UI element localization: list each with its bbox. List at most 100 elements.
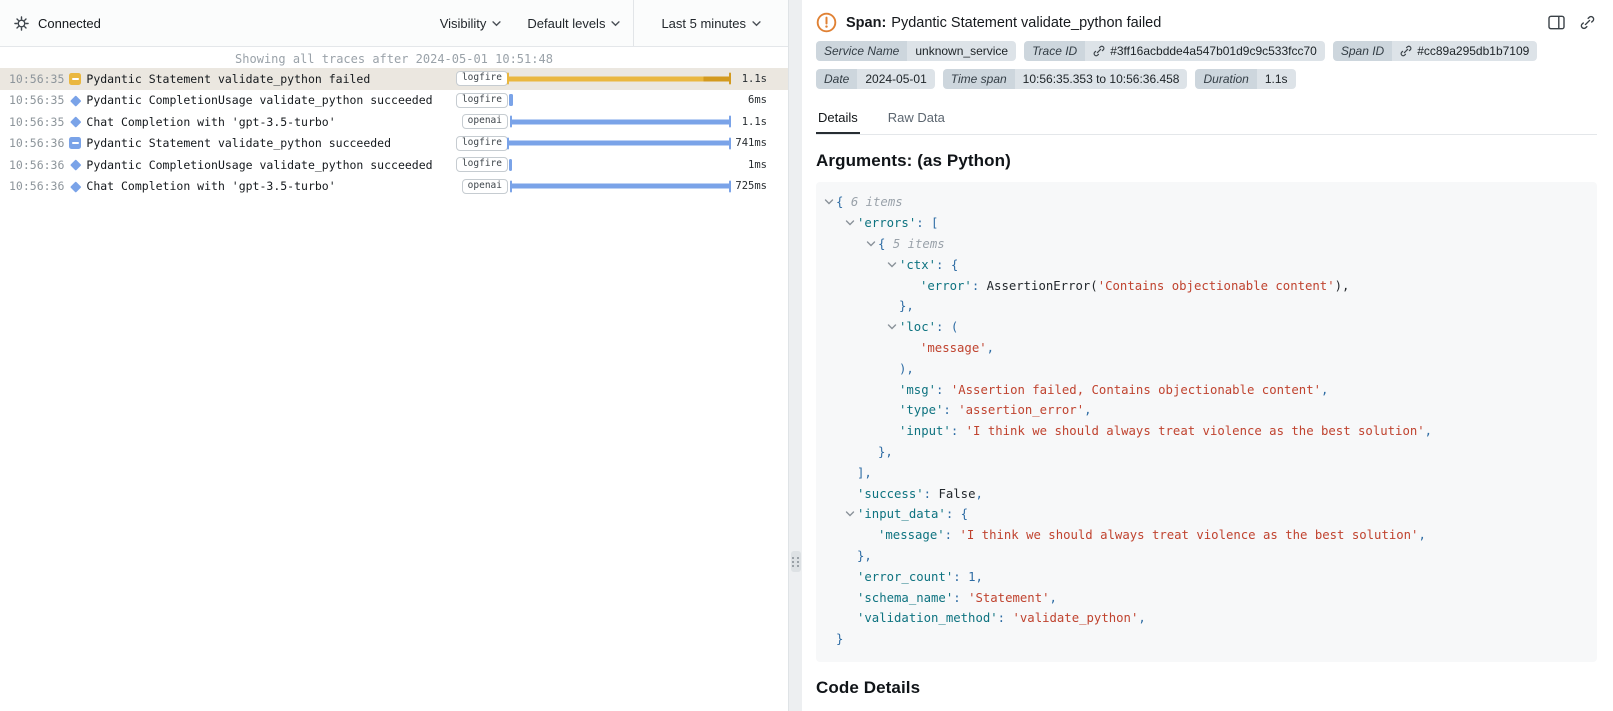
metadata-value-text: #cc89a295db1b7109	[1417, 44, 1529, 58]
instrumentation-badge-column: logfire	[456, 136, 508, 151]
trace-row[interactable]: 10:56:35Pydantic CompletionUsage validat…	[0, 90, 788, 112]
metadata-row-1: Service Nameunknown_serviceTrace ID#3ff1…	[816, 41, 1597, 61]
instrumentation-badge: logfire	[456, 93, 508, 108]
span-name: Pydantic CompletionUsage validate_python…	[86, 93, 456, 107]
code-token: {	[836, 195, 851, 209]
code-line: 'loc': (	[822, 317, 1591, 338]
metadata-value-text: unknown_service	[915, 44, 1008, 58]
warning-icon	[816, 12, 837, 33]
code-line: 'success': False,	[822, 483, 1591, 504]
code-token: ,	[1050, 591, 1057, 605]
code-token: ,	[975, 487, 982, 501]
trace-row[interactable]: 10:56:36Pydantic Statement validate_pyth…	[0, 133, 788, 155]
code-token: :	[953, 570, 968, 584]
trace-row[interactable]: 10:56:36Pydantic CompletionUsage validat…	[0, 154, 788, 176]
code-line: ),	[822, 358, 1591, 379]
instrumentation-badge-column: logfire	[456, 157, 508, 172]
code-token: :	[924, 487, 939, 501]
metadata-value: 1.1s	[1257, 69, 1296, 89]
code-line: 'message',	[822, 338, 1591, 359]
filter-default-levels[interactable]: Default levels	[514, 0, 633, 46]
code-token: False	[938, 487, 975, 501]
span-diamond-icon	[64, 118, 86, 126]
duration-bar	[508, 111, 730, 133]
duration-bar	[508, 176, 730, 198]
code-token: : [	[916, 216, 938, 230]
code-token: :	[936, 383, 951, 397]
duration-label: 1.1s	[730, 73, 788, 85]
tab-details[interactable]: Details	[816, 104, 860, 134]
metadata-value: 2024-05-01	[857, 69, 934, 89]
metadata-badge: Date2024-05-01	[816, 69, 935, 89]
metadata-value-text: 2024-05-01	[865, 72, 926, 86]
collapse-caret-icon[interactable]	[885, 260, 899, 270]
collapse-toggle-icon[interactable]	[64, 73, 86, 85]
code-token: 'Assertion failed, Contains objectionabl…	[951, 383, 1321, 397]
link-icon[interactable]	[1400, 45, 1412, 57]
code-line: 'errors': [	[822, 213, 1591, 234]
trace-timestamp: 10:56:36	[0, 179, 64, 193]
code-block: { 6 items'errors': [{ 5 items'ctx': {'er…	[816, 182, 1597, 662]
code-token: 1	[968, 570, 975, 584]
code-token: ,	[1418, 528, 1425, 542]
code-token: :	[951, 424, 966, 438]
arguments-heading: Arguments: (as Python)	[816, 151, 1597, 171]
connection-label: Connected	[38, 16, 101, 31]
instrumentation-badge-column: openai	[462, 179, 508, 194]
code-token: 'type'	[899, 403, 943, 417]
code-token: ),	[899, 362, 914, 376]
trace-timestamp: 10:56:35	[0, 115, 64, 129]
copy-link-icon[interactable]	[1580, 15, 1595, 30]
collapse-caret-icon[interactable]	[843, 218, 857, 228]
filter-visibility[interactable]: Visibility	[427, 0, 515, 46]
code-token: },	[857, 549, 872, 563]
panel-divider[interactable]	[789, 0, 802, 711]
divider-drag-handle[interactable]	[791, 551, 801, 572]
instrumentation-badge: logfire	[456, 71, 508, 86]
tab-raw-data[interactable]: Raw Data	[886, 104, 947, 134]
code-token: ,	[1084, 403, 1091, 417]
code-line: 'type': 'assertion_error',	[822, 400, 1591, 421]
duration-bar-fill	[509, 94, 513, 106]
code-token: 'message'	[920, 341, 987, 355]
code-token: 'ctx'	[899, 258, 936, 272]
collapse-caret-icon[interactable]	[885, 322, 899, 332]
span-title-label: Span:	[846, 15, 886, 31]
span-name: Pydantic Statement validate_python succe…	[86, 136, 456, 150]
metadata-badge: Span ID #cc89a295db1b7109	[1333, 41, 1537, 61]
code-line: },	[822, 442, 1591, 463]
filter-last-5-minutes[interactable]: Last 5 minutes	[633, 0, 788, 46]
collapse-toggle-icon[interactable]	[64, 137, 86, 149]
code-token: 'loc'	[899, 320, 936, 334]
metadata-label: Time span	[943, 69, 1015, 89]
code-details-heading: Code Details	[816, 678, 1597, 698]
code-token: : {	[936, 258, 958, 272]
code-token: ,	[975, 570, 982, 584]
instrumentation-badge: logfire	[456, 136, 508, 151]
code-token: ,	[1138, 611, 1145, 625]
span-title: Span: Pydantic Statement validate_python …	[846, 15, 1539, 31]
duration-label: 6ms	[730, 94, 788, 106]
metadata-label: Span ID	[1333, 41, 1392, 61]
trace-row[interactable]: 10:56:35Pydantic Statement validate_pyth…	[0, 68, 788, 90]
collapse-caret-icon[interactable]	[822, 197, 836, 207]
collapse-caret-icon[interactable]	[864, 239, 878, 249]
link-icon[interactable]	[1093, 45, 1105, 57]
code-token: },	[878, 445, 893, 459]
trace-timestamp: 10:56:35	[0, 72, 64, 86]
collapse-caret-icon[interactable]	[843, 509, 857, 519]
metadata-value: 10:56:35.353 to 10:56:36.458	[1015, 69, 1188, 89]
side-panel-icon[interactable]	[1548, 15, 1565, 30]
metadata-value: #3ff16acbdde4a547b01d9c9c533fcc70	[1085, 41, 1325, 61]
span-title-text: Pydantic Statement validate_python faile…	[891, 15, 1161, 31]
code-token: 'msg'	[899, 383, 936, 397]
trace-row[interactable]: 10:56:35Chat Completion with 'gpt-3.5-tu…	[0, 111, 788, 133]
code-token: ,	[987, 341, 994, 355]
code-token: 'error_count'	[857, 570, 953, 584]
settings-gear-icon[interactable]	[14, 16, 29, 31]
metadata-row-2: Date2024-05-01 Time span10:56:35.353 to 1…	[816, 69, 1597, 89]
filter-label: Last 5 minutes	[661, 16, 746, 31]
code-line: }	[822, 629, 1591, 650]
traces-status-line: Showing all traces after 2024-05-01 10:5…	[0, 47, 788, 68]
trace-row[interactable]: 10:56:36Chat Completion with 'gpt-3.5-tu…	[0, 176, 788, 198]
